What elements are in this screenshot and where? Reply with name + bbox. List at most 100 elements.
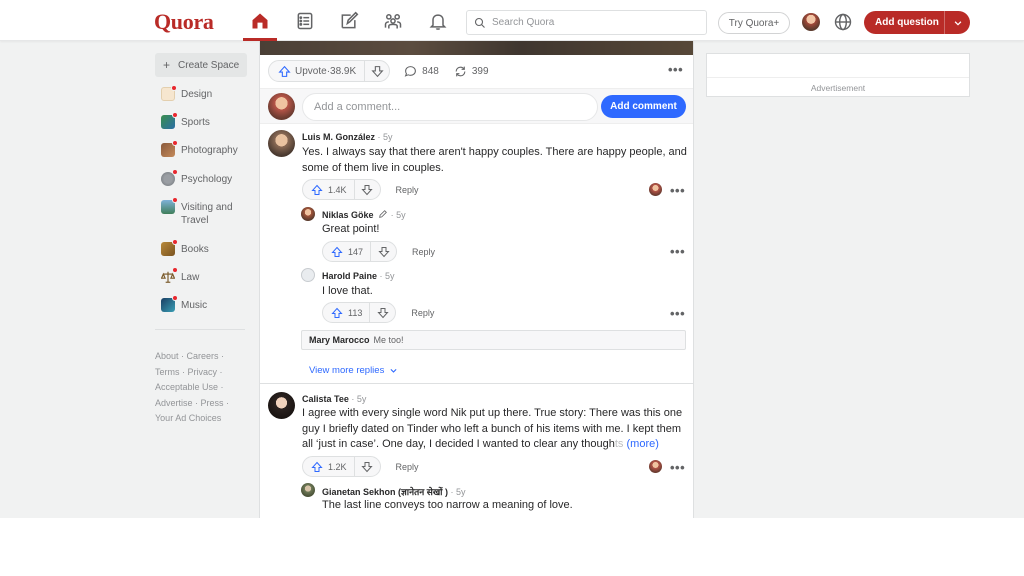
sidebar-item-photography[interactable]: Photography [161,140,247,157]
share-button[interactable]: 399 [454,65,489,78]
shares-count: 399 [471,65,489,77]
notifications-bell-icon[interactable] [425,8,451,34]
sidebar-item-label: Sports [181,117,210,128]
comment-input[interactable] [302,93,598,121]
reply-author[interactable]: Niklas Göke · 5y [322,209,406,220]
advertisement-box[interactable]: Advertisement [706,53,970,97]
search-input[interactable] [492,17,692,28]
footer-separator: · [218,382,224,392]
home-icon[interactable] [247,8,273,34]
profile-avatar[interactable] [802,13,820,31]
sidebar-item-design[interactable]: Design [161,85,247,101]
reply-downvote-button[interactable] [370,242,396,261]
reply-upvote-button[interactable]: 147 [323,242,370,261]
quora-logo[interactable]: Quora [154,9,214,35]
sidebar-item-label: Visiting and Travel [181,202,233,226]
footer-link-terms[interactable]: Terms [155,367,180,377]
view-more-label: View more replies [309,365,385,376]
reply-author[interactable]: Harold Paine · 5y [322,271,395,281]
responder-avatar [649,460,662,473]
read-more-link[interactable]: (more) [627,438,659,450]
comment-more-options-icon[interactable]: ••• [670,184,685,197]
comment-downvote-button[interactable] [353,180,380,199]
answer-icon[interactable] [336,8,362,34]
view-more-replies-link[interactable]: View more replies [309,365,398,376]
footer-link-ad-choices[interactable]: Your Ad Choices [155,413,221,423]
reply-downvote-button[interactable] [369,303,395,322]
ad-content [707,54,969,78]
sidebar-item-psychology[interactable]: Psychology [161,169,247,186]
collapsed-reply[interactable]: Mary Marocco Me too! [301,330,686,350]
add-comment-button[interactable]: Add comment [601,95,686,118]
footer-link-acceptable-use[interactable]: Acceptable Use [155,382,218,392]
footer-link-careers[interactable]: Careers [187,351,219,361]
comment-upvote-button[interactable]: 1.4K [303,180,354,199]
footer-separator: · [218,351,225,361]
reply-vote-control: 113 [322,302,397,323]
comment-upvote-count: 1.4K [328,184,347,195]
commenter-avatar[interactable] [268,392,295,419]
footer-separator: · [178,351,187,361]
reply-upvote-count: 147 [348,246,364,257]
comment-upvote-button[interactable]: 1.2K [303,457,354,476]
footer-link-about[interactable]: About [155,351,179,361]
answer-image [260,41,693,55]
comment-more-options-icon[interactable]: ••• [670,461,685,474]
reply-author[interactable]: Gianetan Sekhon (ज्ञानेतन सेखों ) · 5y [322,485,466,498]
music-space-icon [161,295,178,312]
comment-author[interactable]: Luis M. González · 5y [302,132,393,142]
reply-avatar[interactable] [301,268,315,282]
left-sidebar: + Create Space Design Sports Photography… [155,53,247,423]
reply-upvote-button[interactable]: 113 [323,303,369,322]
reply-more-options-icon[interactable]: ••• [670,245,685,258]
reply-button[interactable]: Reply [396,462,419,472]
sidebar-divider [155,329,245,330]
comment-vote-control: 1.4K [302,179,381,200]
downvote-arrow-icon [377,246,390,257]
plus-icon: + [163,58,171,72]
footer-separator: · [192,397,201,408]
sidebar-item-music[interactable]: Music [161,295,247,312]
upvote-button[interactable]: Upvote · 38.9K [269,61,364,81]
answer-more-options-icon[interactable]: ••• [668,63,683,76]
language-globe-icon[interactable] [833,12,853,32]
comment-bubble-icon [404,65,417,77]
reply-more-options-icon[interactable]: ••• [670,307,685,320]
footer-link-privacy[interactable]: Privacy [188,367,218,377]
comments-button[interactable]: 848 [404,65,439,78]
reply-avatar[interactable] [301,207,315,221]
reply-button[interactable]: Reply [412,247,435,257]
downvote-arrow-icon [377,307,389,318]
sidebar-item-sports[interactable]: Sports [161,112,247,129]
responder-avatar [649,183,662,196]
travel-space-icon [161,197,178,214]
sidebar-item-law[interactable]: Law [160,267,247,284]
downvote-arrow-icon [371,65,384,77]
comment-vote-control: 1.2K [302,456,381,477]
comment-upvote-count: 1.2K [328,461,347,472]
following-icon[interactable] [292,8,318,34]
reply-button[interactable]: Reply [396,185,419,195]
downvote-arrow-icon [361,461,373,472]
sidebar-item-visiting-and-travel[interactable]: Visiting and Travel [161,197,247,227]
comment-divider [260,383,693,384]
try-quora-plus-button[interactable]: Try Quora+ [718,12,790,34]
search-box[interactable] [466,10,707,35]
footer-link-advertise[interactable]: Advertise [155,398,193,408]
footer-link-press[interactable]: Press [201,398,224,408]
reply-button[interactable]: Reply [411,308,434,318]
reply-text: I love that. [322,285,373,297]
comment-author[interactable]: Calista Tee · 5y [302,394,366,404]
commenter-avatar[interactable] [268,130,295,157]
sidebar-item-books[interactable]: Books [161,239,247,256]
reply-avatar[interactable] [301,483,315,497]
chevron-down-icon[interactable] [945,18,970,28]
reshare-icon [455,66,466,76]
create-space-button[interactable]: + Create Space [155,53,247,77]
downvote-button[interactable] [365,61,389,81]
comment-downvote-button[interactable] [353,457,380,476]
reply-upvote-count: 113 [348,307,363,318]
spaces-icon[interactable] [380,8,406,34]
add-question-button[interactable]: Add question [864,11,970,34]
reply-actions: 147 Reply [322,241,435,262]
